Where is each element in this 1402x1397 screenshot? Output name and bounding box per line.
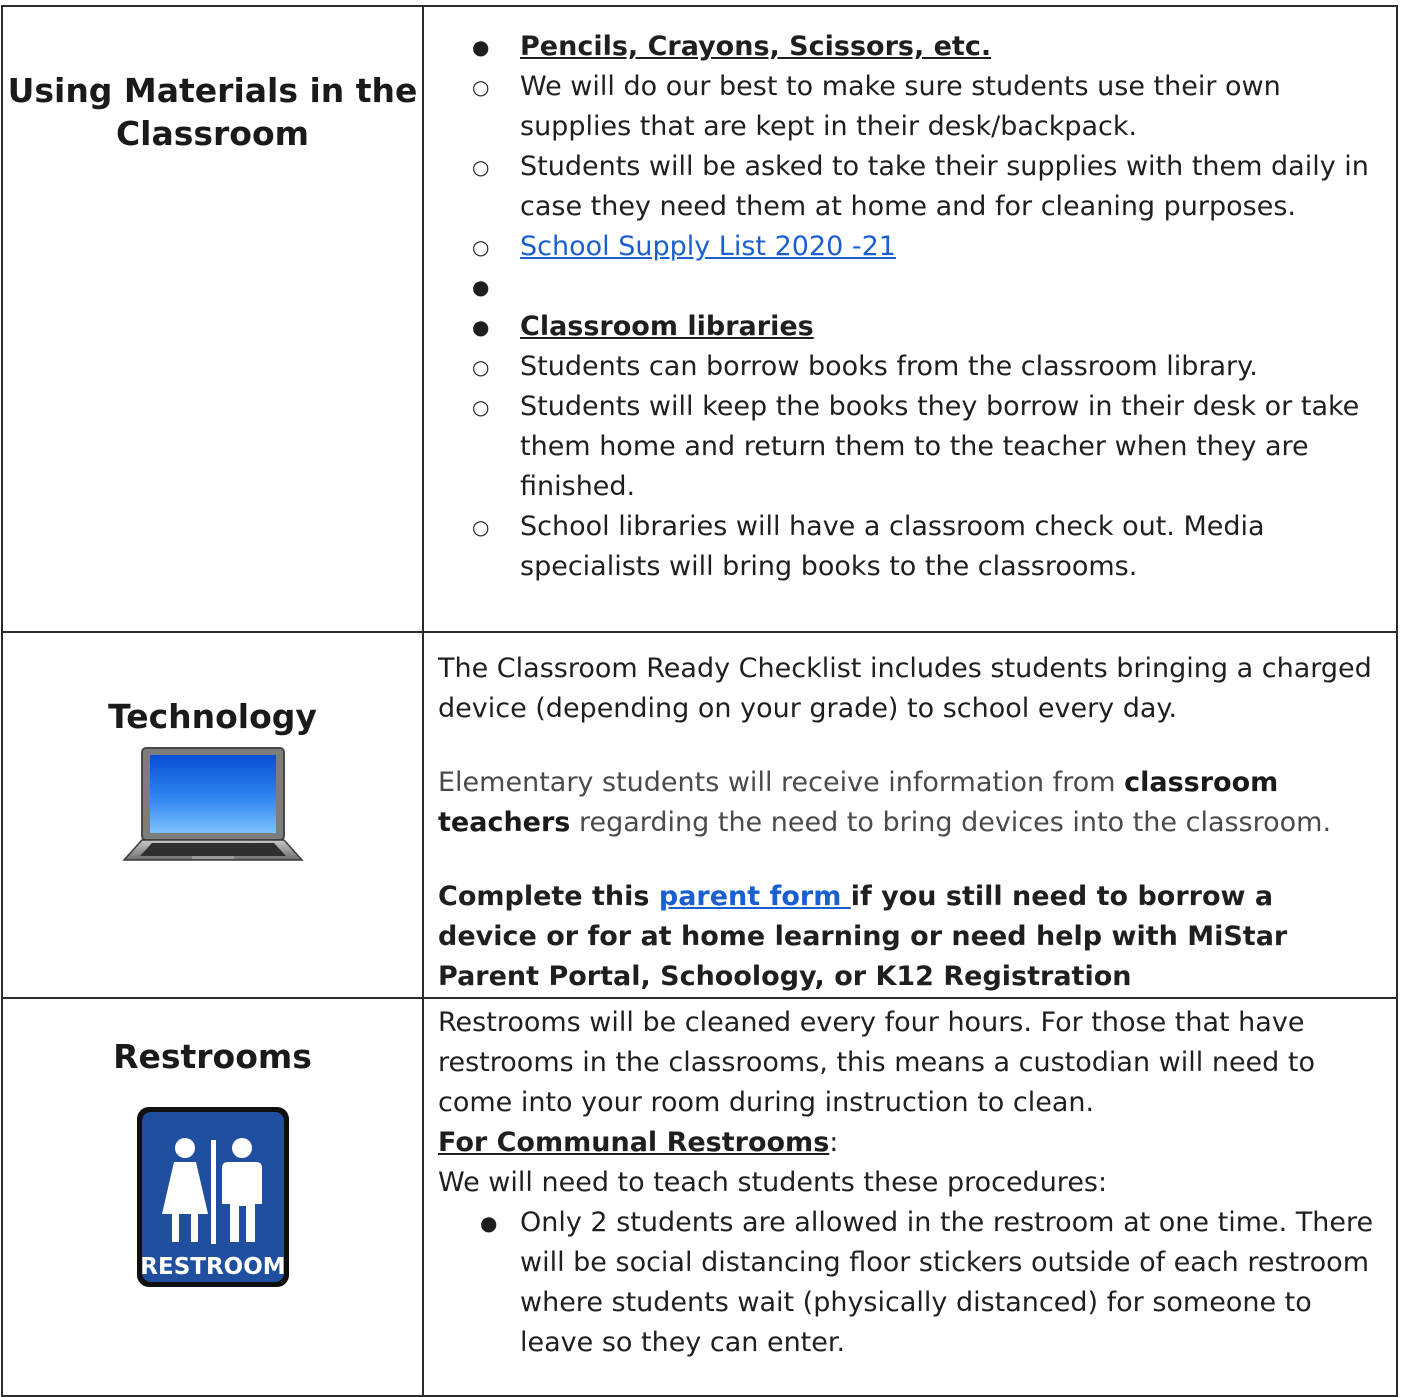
restrooms-paragraph-1: Restrooms will be cleaned every four hou… — [438, 1007, 1315, 1118]
materials-section-supplies: Pencils, Crayons, Scissors, etc. We will… — [424, 27, 1396, 267]
section-title: Classroom libraries — [520, 311, 814, 342]
technology-paragraph-3: Complete this parent form if you still n… — [438, 881, 1288, 992]
materials-content-cell: Pencils, Crayons, Scissors, etc. We will… — [422, 5, 1398, 633]
list-item: Students can borrow books from the class… — [424, 347, 1396, 387]
school-supply-list-link[interactable]: School Supply List 2020 -21 — [520, 231, 896, 262]
list-item: Only 2 students are allowed in the restr… — [424, 1203, 1376, 1363]
technology-paragraph-2: Elementary students will receive informa… — [438, 767, 1332, 838]
technology-content-cell: The Classroom Ready Checklist includes s… — [422, 631, 1398, 999]
restrooms-intro: We will need to teach students these pro… — [438, 1167, 1108, 1198]
restrooms-row: Restrooms RESTROOM Restrooms will be cle… — [1, 997, 1398, 1397]
restroom-sign-icon: RESTROOM — [3, 1106, 422, 1292]
materials-section-libraries: Classroom libraries Students can borrow … — [424, 307, 1396, 587]
materials-heading-cell: Using Materials in the Classroom — [1, 5, 424, 633]
spacer — [424, 267, 1396, 307]
technology-heading: Technology — [108, 697, 317, 736]
sign-text: RESTROOM — [140, 1254, 285, 1280]
materials-heading: Using Materials in the Classroom — [7, 71, 418, 153]
list-item: School Supply List 2020 -21 — [424, 227, 1396, 267]
restroom-procedures-list: Only 2 students are allowed in the restr… — [424, 1203, 1376, 1363]
list-item: School libraries will have a classroom c… — [424, 507, 1396, 587]
technology-row: Technology The Classroom Ready Checklist… — [1, 631, 1398, 999]
communal-restrooms-heading: For Communal Restrooms: — [438, 1127, 839, 1158]
parent-form-link[interactable]: parent form — [659, 881, 851, 912]
section-title: Pencils, Crayons, Scissors, etc. — [520, 31, 992, 62]
restrooms-heading: Restrooms — [113, 1037, 312, 1076]
restrooms-content-cell: Restrooms will be cleaned every four hou… — [422, 997, 1398, 1397]
list-item: Students will be asked to take their sup… — [424, 147, 1396, 227]
technology-paragraph-1: The Classroom Ready Checklist includes s… — [438, 653, 1372, 724]
materials-row: Using Materials in the Classroom Pencils… — [1, 5, 1398, 633]
procedures-table: Using Materials in the Classroom Pencils… — [1, 5, 1398, 1397]
technology-heading-cell: Technology — [1, 631, 424, 999]
laptop-icon — [3, 746, 422, 870]
restrooms-heading-cell: Restrooms RESTROOM — [1, 997, 424, 1397]
list-item: Students will keep the books they borrow… — [424, 387, 1396, 507]
materials-list: Pencils, Crayons, Scissors, etc. We will… — [424, 27, 1396, 587]
list-item: We will do our best to make sure student… — [424, 67, 1396, 147]
